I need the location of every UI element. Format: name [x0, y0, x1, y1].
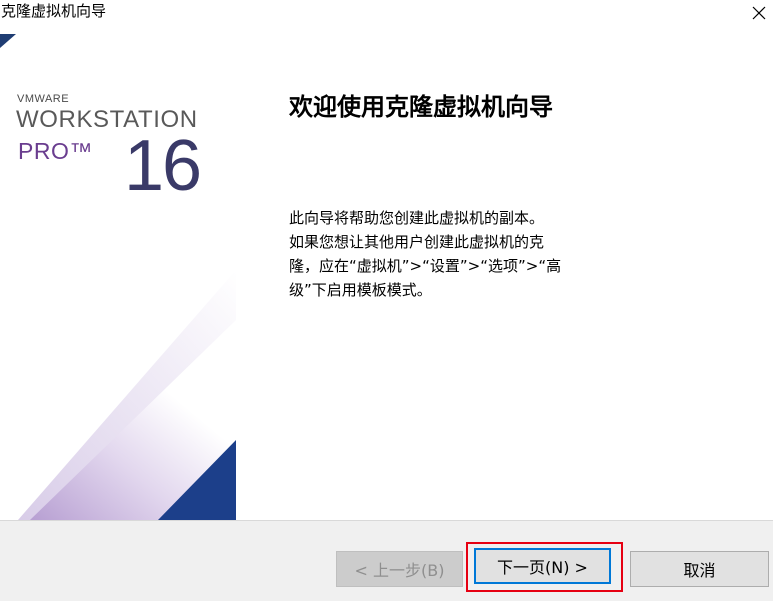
brand-pro-text: PRO™	[18, 138, 93, 164]
brand-version-number: 16	[124, 126, 202, 206]
description-line: 此向导将帮助您创建此虚拟机的副本。	[289, 209, 545, 227]
back-button[interactable]: < 上一步(B)	[336, 551, 463, 587]
close-icon	[752, 6, 765, 20]
description-line: 如果您想让其他用户创建此虚拟机的克	[289, 233, 545, 251]
close-button[interactable]	[744, 0, 773, 26]
description-line: 级”下启用模板模式。	[289, 281, 432, 299]
wizard-heading: 欢迎使用克隆虚拟机向导	[289, 93, 553, 121]
title-bar: 克隆虚拟机向导	[0, 0, 773, 30]
cancel-button[interactable]: 取消	[630, 551, 769, 587]
wizard-footer: < 上一步(B) 下一页(N) > 取消	[0, 520, 773, 601]
brand-logo: VMWARE WORKSTATION PRO™ 16	[0, 30, 236, 230]
window-title: 克隆虚拟机向导	[1, 2, 107, 20]
wizard-description: 此向导将帮助您创建此虚拟机的副本。 如果您想让其他用户创建此虚拟机的克 隆，应在…	[289, 206, 619, 302]
next-button[interactable]: 下一页(N) >	[474, 548, 611, 584]
brand-vmware-text: VMWARE	[17, 93, 70, 105]
description-line: 隆，应在“虚拟机”>“设置”>“选项”>“高	[289, 257, 562, 275]
